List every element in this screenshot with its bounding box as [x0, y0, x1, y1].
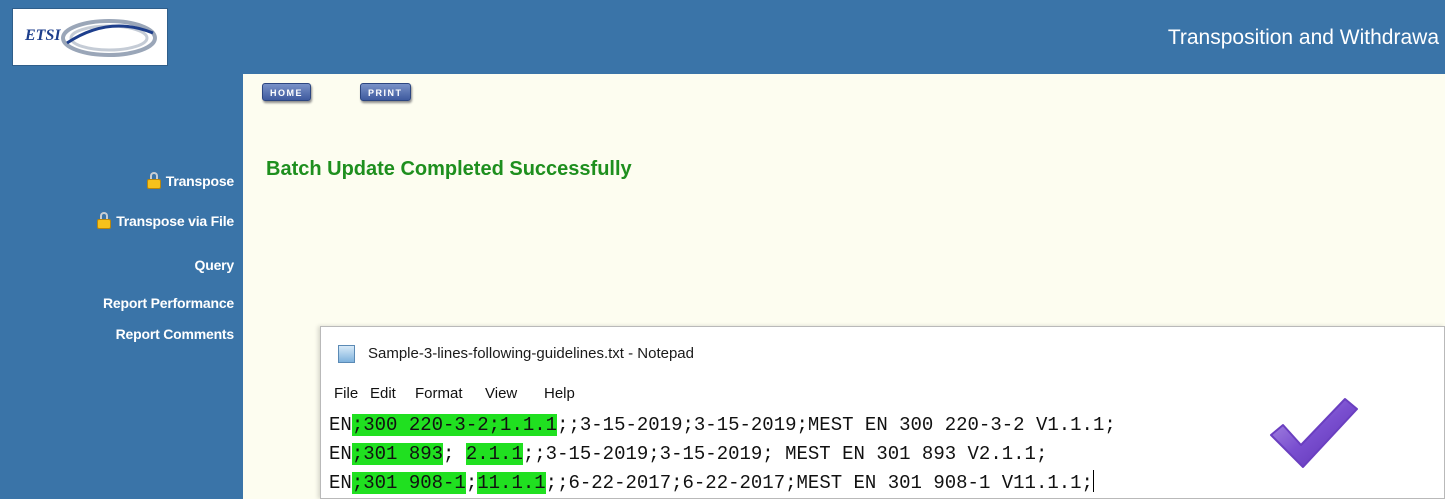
- highlighted-text: 1.1.1: [500, 414, 558, 436]
- highlighted-text: 2.1.1: [465, 443, 523, 465]
- sidebar-item-transpose[interactable]: Transpose: [146, 172, 234, 190]
- status-message: Batch Update Completed Successfully: [266, 158, 632, 180]
- menu-edit[interactable]: Edit: [370, 385, 396, 402]
- line-text: EN: [329, 443, 352, 465]
- sidebar: Transpose Transpose via File Query Repor…: [0, 74, 243, 499]
- notepad-line: EN;301 893; 2.1.1;;3-15-2019;3-15-2019; …: [329, 440, 1116, 469]
- line-text: ;;3-15-2019;3-15-2019;MEST EN 300 220-3-…: [557, 414, 1116, 436]
- line-text: ;: [443, 443, 466, 465]
- lock-icon: [146, 172, 161, 190]
- header-title: Transposition and Withdrawa: [1167, 26, 1439, 49]
- line-text: EN: [329, 414, 352, 436]
- line-text: ;: [465, 472, 478, 494]
- notepad-titlebar[interactable]: Sample-3-lines-following-guidelines.txt …: [321, 327, 1444, 377]
- highlighted-text: ;301 893: [351, 443, 444, 465]
- logo-swoosh-icon: [61, 19, 157, 57]
- sidebar-item-label: Report Comments: [115, 326, 235, 342]
- sidebar-item-query[interactable]: Query: [194, 257, 235, 273]
- menu-format[interactable]: Format: [415, 385, 463, 402]
- notepad-line: EN;300 220-3-2;1.1.1;;3-15-2019;3-15-201…: [329, 411, 1116, 440]
- notepad-window[interactable]: Sample-3-lines-following-guidelines.txt …: [320, 326, 1445, 499]
- sidebar-item-label: Transpose via File: [116, 213, 234, 229]
- notepad-title: Sample-3-lines-following-guidelines.txt …: [368, 345, 694, 362]
- etsi-logo[interactable]: ETSI: [12, 8, 168, 66]
- notepad-line: EN;301 908-1;11.1.1;;6-22-2017;6-22-2017…: [329, 469, 1116, 498]
- sidebar-item-report-performance[interactable]: Report Performance: [103, 295, 234, 311]
- highlighted-text: ;301 908-1: [351, 472, 466, 494]
- sidebar-item-label: Transpose: [165, 173, 234, 189]
- line-text: ;;3-15-2019;3-15-2019; MEST EN 301 893 V…: [522, 443, 1048, 465]
- lock-icon: [97, 212, 112, 230]
- sidebar-item-report-comments[interactable]: Report Comments: [115, 326, 235, 342]
- menu-help[interactable]: Help: [544, 385, 575, 402]
- header: ETSI Transposition and Withdrawa: [0, 0, 1445, 74]
- logo-text: ETSI: [25, 27, 61, 44]
- notepad-icon: [338, 345, 355, 363]
- notepad-text-area[interactable]: EN;300 220-3-2;1.1.1;;3-15-2019;3-15-201…: [329, 411, 1116, 498]
- sidebar-item-label: Report Performance: [103, 295, 234, 311]
- print-button[interactable]: PRINT: [360, 83, 411, 101]
- checkmark-icon: [1270, 398, 1358, 468]
- line-text: EN: [329, 472, 352, 494]
- highlighted-text: 11.1.1: [477, 472, 546, 494]
- sidebar-item-label: Query: [194, 257, 235, 273]
- home-button[interactable]: HOME: [262, 83, 311, 101]
- sidebar-item-transpose-via-file[interactable]: Transpose via File: [97, 212, 234, 230]
- line-text: ;;6-22-2017;6-22-2017;MEST EN 301 908-1 …: [545, 472, 1093, 494]
- highlighted-text: ;300 220-3-2;: [351, 414, 501, 436]
- text-caret: [1092, 470, 1094, 492]
- menu-file[interactable]: File: [334, 385, 358, 402]
- menu-view[interactable]: View: [485, 385, 517, 402]
